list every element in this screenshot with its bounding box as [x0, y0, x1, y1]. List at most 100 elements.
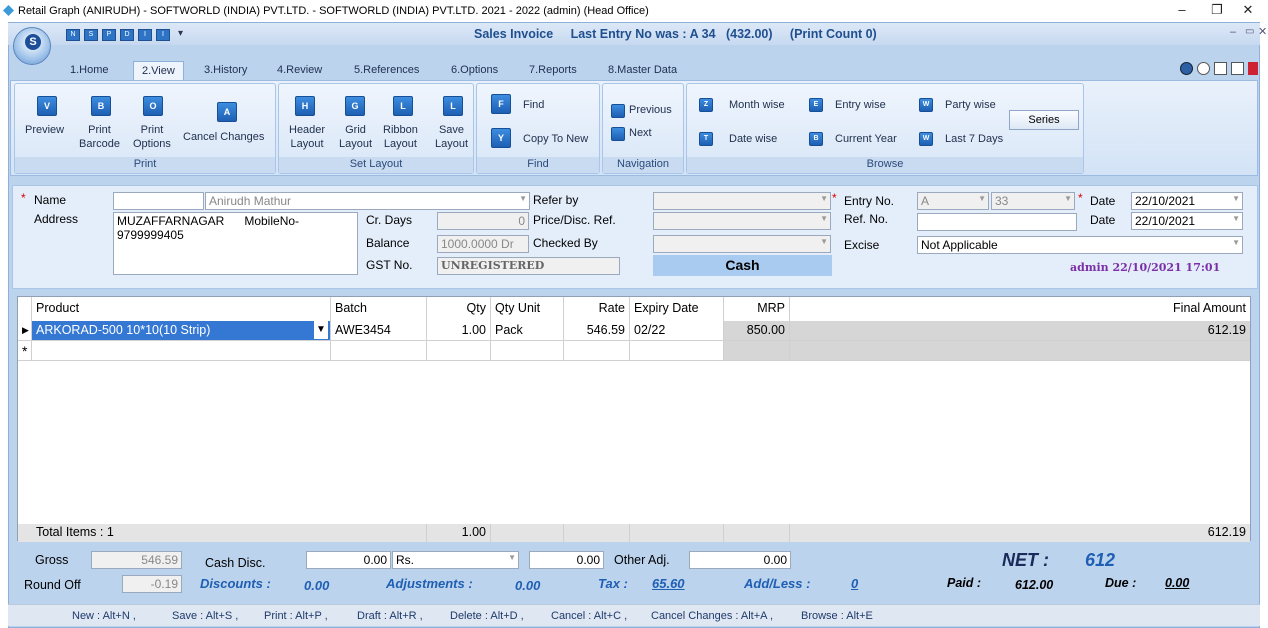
name-code-input[interactable] [113, 192, 204, 210]
form-title: Sales Invoice [474, 27, 554, 41]
grid-layout-button[interactable]: Grid Layout [339, 123, 372, 151]
col-qty-unit-header[interactable]: Qty Unit [491, 297, 564, 321]
minimize-button[interactable]: – [1164, 0, 1200, 22]
col-product-header[interactable]: Product [32, 297, 331, 321]
tab-review[interactable]: 4.Review [277, 61, 322, 81]
product-cell[interactable]: ARKORAD-500 10*10(10 Strip) ▼ [32, 321, 331, 341]
new-rate-cell[interactable] [564, 341, 630, 361]
refer-by-select[interactable]: ▼ [653, 192, 831, 210]
balance-label: Balance [366, 236, 410, 250]
close-button[interactable]: ✕ [1230, 0, 1266, 22]
calc-icon[interactable] [1214, 62, 1227, 75]
next-button[interactable]: Next [629, 127, 652, 139]
cash-disc-amount-input[interactable]: 0.00 [529, 551, 604, 569]
excise-select[interactable]: Not Applicable ▼ [917, 236, 1243, 254]
rate-cell[interactable]: 546.59 [564, 321, 630, 341]
col-final-amount-header[interactable]: Final Amount [790, 297, 1250, 321]
col-rate-header[interactable]: Rate [564, 297, 630, 321]
quick-save-icon[interactable]: S [84, 29, 98, 41]
window-icon[interactable] [1231, 62, 1244, 75]
last-7-days-button[interactable]: Last 7 Days [945, 133, 1003, 145]
month-wise-button[interactable]: Month wise [729, 99, 785, 111]
checked-by-select[interactable]: ▼ [653, 235, 831, 253]
app-restore-button[interactable]: ▭ [1245, 26, 1254, 37]
quick-new-icon[interactable]: N [66, 29, 80, 41]
quick-print-icon[interactable]: P [102, 29, 116, 41]
qty-cell[interactable]: 1.00 [427, 321, 491, 341]
new-expiry-cell[interactable] [630, 341, 724, 361]
price-disc-ref-select[interactable]: ▼ [653, 212, 831, 230]
app-orb-button[interactable]: S [13, 27, 51, 65]
date-value: 22/10/2021 [1135, 194, 1196, 208]
quick-info2-icon[interactable]: I [156, 29, 170, 41]
tab-master-data[interactable]: 8.Master Data [608, 61, 677, 81]
col-qty-header[interactable]: Qty [427, 297, 491, 321]
new-qty-cell[interactable] [427, 341, 491, 361]
refer-by-label: Refer by [533, 193, 579, 207]
help-icon[interactable] [1180, 62, 1193, 75]
col-mrp-header[interactable]: MRP [724, 297, 790, 321]
cash-disc-unit-select[interactable]: Rs. ▼ [392, 551, 519, 569]
grid-row-header [18, 297, 32, 321]
entry-no-input[interactable]: 33 ▼ [991, 192, 1075, 210]
cancel-changes-button[interactable]: Cancel Changes [183, 130, 264, 144]
cash-mode-button[interactable]: Cash [653, 255, 832, 276]
save-layout-button[interactable]: Save Layout [435, 123, 468, 151]
print-barcode-line2: Barcode [79, 138, 120, 150]
chevron-down-icon: ▼ [820, 214, 828, 223]
tab-view[interactable]: 2.View [133, 61, 184, 81]
date-wise-button[interactable]: Date wise [729, 133, 777, 145]
new-qty-unit-cell[interactable] [491, 341, 564, 361]
print-options-button[interactable]: Print Options [133, 123, 171, 151]
total-qty: 1.00 [427, 524, 491, 542]
tab-reports[interactable]: 7.Reports [529, 61, 577, 81]
print-barcode-line1: Print [88, 124, 111, 136]
quick-info-icon[interactable]: I [138, 29, 152, 41]
flag-icon[interactable] [1248, 62, 1258, 75]
preview-button[interactable]: Preview [25, 123, 64, 137]
expiry-cell[interactable]: 02/22 [630, 321, 724, 341]
party-wise-button[interactable]: Party wise [945, 99, 996, 111]
address-textarea[interactable]: MUZAFFARNAGAR MobileNo- 9799999405 [113, 212, 358, 275]
quick-access-dropdown-icon[interactable]: ▾ [178, 28, 183, 39]
name-input[interactable]: Anirudh Mathur ▼ [205, 192, 530, 210]
date2-picker[interactable]: 22/10/2021 ▼ [1131, 212, 1243, 230]
new-product-cell[interactable] [32, 341, 331, 361]
app-close-button[interactable]: ✕ [1258, 25, 1267, 38]
col-batch-header[interactable]: Batch [331, 297, 427, 321]
shortcut-draft: Draft : Alt+R , [357, 610, 423, 622]
save-layout-line1: Save [438, 124, 465, 136]
addless-value-link[interactable]: 0 [851, 576, 858, 591]
tab-home[interactable]: 1.Home [70, 61, 109, 81]
print-barcode-button[interactable]: Print Barcode [79, 123, 120, 151]
name-value: Anirudh Mathur [209, 194, 292, 208]
product-dropdown-icon[interactable]: ▼ [314, 321, 328, 339]
current-year-button[interactable]: Current Year [835, 133, 897, 145]
cr-days-input[interactable]: 0 [437, 212, 529, 230]
tab-history[interactable]: 3.History [204, 61, 247, 81]
ref-no-input[interactable] [917, 213, 1077, 231]
tab-references[interactable]: 5.References [354, 61, 419, 81]
addless-label: Add/Less : [744, 576, 811, 591]
cash-disc-input[interactable]: 0.00 [306, 551, 391, 569]
copy-to-new-button[interactable]: Copy To New [523, 133, 588, 145]
globe-icon[interactable] [1197, 62, 1210, 75]
date-picker[interactable]: 22/10/2021 ▼ [1131, 192, 1243, 210]
ribbon-layout-button[interactable]: Ribbon Layout [383, 123, 418, 151]
previous-button[interactable]: Previous [629, 104, 672, 116]
entry-wise-button[interactable]: Entry wise [835, 99, 886, 111]
quick-draft-icon[interactable]: D [120, 29, 134, 41]
other-adj-input[interactable]: 0.00 [689, 551, 791, 569]
tab-options[interactable]: 6.Options [451, 61, 498, 81]
qty-unit-cell[interactable]: Pack [491, 321, 564, 341]
discounts-label: Discounts : [200, 576, 271, 591]
entry-series-select[interactable]: A ▼ [917, 192, 989, 210]
header-layout-button[interactable]: Header Layout [289, 123, 325, 151]
series-button[interactable]: Series [1009, 110, 1079, 130]
batch-cell[interactable]: AWE3454 [331, 321, 427, 341]
tax-value-link[interactable]: 65.60 [652, 576, 685, 591]
col-expiry-header[interactable]: Expiry Date [630, 297, 724, 321]
find-button[interactable]: Find [523, 99, 544, 111]
app-minimize-button[interactable]: – [1230, 26, 1236, 38]
new-batch-cell[interactable] [331, 341, 427, 361]
